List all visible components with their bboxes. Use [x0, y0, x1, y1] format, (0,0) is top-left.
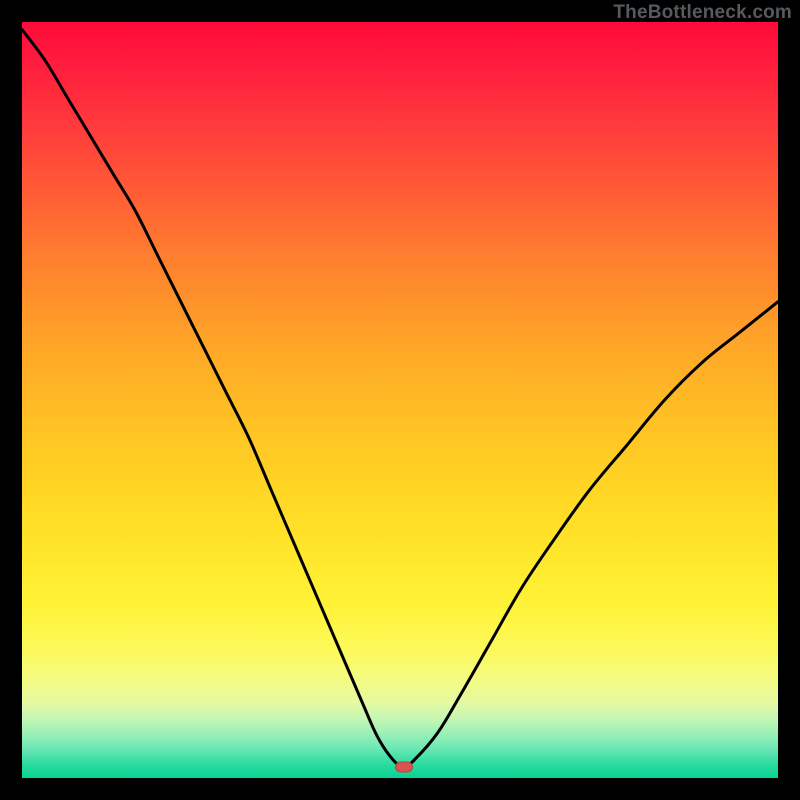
optimum-marker	[395, 761, 413, 772]
chart-frame: TheBottleneck.com	[0, 0, 800, 800]
bottleneck-curve	[22, 22, 778, 778]
watermark-text: TheBottleneck.com	[613, 2, 792, 24]
plot-area	[22, 22, 778, 778]
